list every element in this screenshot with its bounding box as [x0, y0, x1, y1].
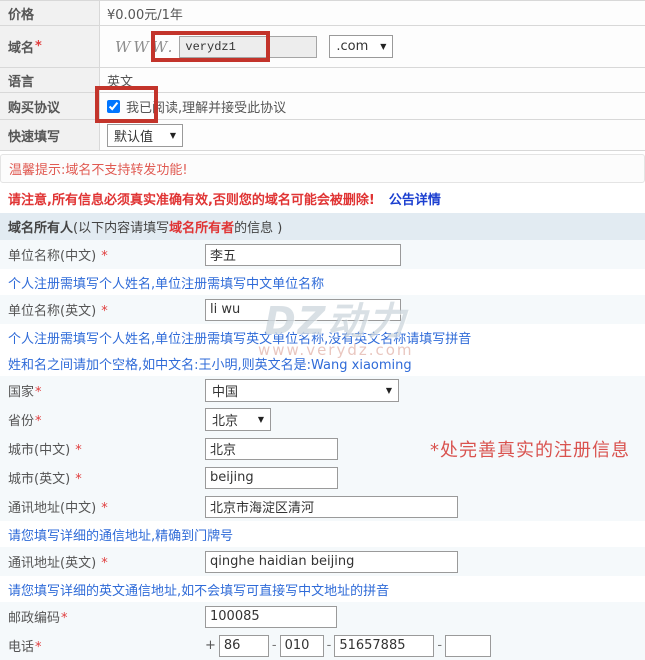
tld-selected-value: .com	[336, 39, 368, 54]
chevron-down-icon: ▼	[386, 386, 392, 395]
phone-number-input[interactable]	[334, 635, 434, 657]
required-asterisk: *	[101, 304, 108, 319]
owner-suffix-text: 的信息 )	[234, 217, 282, 236]
quickfill-label: 快速填写	[0, 120, 100, 150]
phone-plus-sign: +	[205, 638, 216, 653]
chevron-down-icon: ▼	[380, 42, 386, 51]
owner-section-header: 域名所有人 (以下内容请填写 域名所有者 的信息 )	[0, 213, 645, 240]
required-asterisk: *	[75, 443, 82, 458]
org-name-en-label: 单位名称(英文) *	[0, 300, 205, 319]
required-asterisk: *	[101, 249, 108, 264]
chevron-down-icon: ▼	[170, 131, 176, 140]
zipcode-input[interactable]	[205, 606, 337, 628]
phone-dash: -	[437, 638, 442, 653]
required-asterisk: *	[35, 640, 42, 655]
required-asterisk: *	[35, 414, 42, 429]
required-asterisk: *	[101, 556, 108, 571]
province-selected-value: 北京	[212, 410, 238, 429]
domain-name-input[interactable]	[179, 36, 317, 58]
phone-dash: -	[327, 638, 332, 653]
province-row: 省份* 北京 ▼	[0, 405, 645, 434]
country-selected-value: 中国	[212, 381, 238, 400]
language-value: 英文	[100, 68, 645, 92]
address-en-hint: 请您填写详细的英文通信地址,如不会填写可直接写中文地址的拼音	[0, 576, 645, 602]
city-cn-row: 城市(中文) * *处完善真实的注册信息	[0, 434, 645, 463]
owner-highlight-text: 域名所有者	[169, 217, 234, 236]
zipcode-row: 邮政编码*	[0, 602, 645, 631]
agreement-label: 购买协议	[0, 93, 100, 119]
quickfill-select[interactable]: 默认值 ▼	[107, 124, 183, 147]
quickfill-field-area: 默认值 ▼	[100, 120, 645, 150]
owner-title: 域名所有人	[8, 217, 73, 236]
price-label: 价格	[0, 1, 100, 25]
zipcode-label: 邮政编码*	[0, 607, 205, 626]
warning-line: 请注意,所有信息必须真实准确有效,否则您的域名可能会被删除! 公告详情	[0, 183, 645, 213]
phone-label: 电话*	[0, 636, 205, 655]
province-select[interactable]: 北京 ▼	[205, 408, 271, 431]
phone-extension-input[interactable]	[445, 635, 491, 657]
warning-text: 请注意,所有信息必须真实准确有效,否则您的域名可能会被删除!	[8, 189, 375, 208]
address-cn-input[interactable]	[205, 496, 458, 518]
required-asterisk: *	[61, 611, 68, 626]
language-row: 语言 英文	[0, 68, 645, 93]
address-cn-label: 通讯地址(中文) *	[0, 497, 205, 516]
required-asterisk: *	[35, 385, 42, 400]
address-en-row: 通讯地址(英文) *	[0, 547, 645, 576]
domain-field-area: WWW. .com ▼	[100, 26, 645, 67]
name-space-hint: 姓和名之间请加个空格,如中文名:王小明,则英文名是:Wang xiaoming	[0, 350, 645, 376]
org-name-cn-hint: 个人注册需填写个人姓名,单位注册需填写中文单位名称	[0, 269, 645, 295]
org-name-cn-row: 单位名称(中文) *	[0, 240, 645, 269]
tip-notice: 温馨提示:域名不支持转发功能!	[0, 154, 645, 183]
country-select[interactable]: 中国 ▼	[205, 379, 399, 402]
agreement-row: 购买协议 我已阅读,理解并接受此协议	[0, 93, 645, 120]
city-en-label: 城市(英文) *	[0, 468, 205, 487]
city-annotation-note: *处完善真实的注册信息	[430, 436, 630, 462]
org-name-en-input[interactable]	[205, 299, 401, 321]
province-label: 省份*	[0, 410, 205, 429]
tip-notice-text: 温馨提示:域名不支持转发功能!	[9, 159, 188, 178]
address-cn-row: 通讯地址(中文) *	[0, 492, 645, 521]
phone-country-code-input[interactable]	[219, 635, 269, 657]
phone-row: 电话* + - - -	[0, 631, 645, 660]
country-row: 国家* 中国 ▼	[0, 376, 645, 405]
phone-dash: -	[272, 638, 277, 653]
announcement-link[interactable]: 公告详情	[389, 189, 441, 208]
required-asterisk: *	[35, 39, 42, 54]
org-name-cn-input[interactable]	[205, 244, 401, 266]
quickfill-row: 快速填写 默认值 ▼	[0, 120, 645, 151]
city-cn-label: 城市(中文) *	[0, 439, 205, 458]
phone-area-code-input[interactable]	[280, 635, 324, 657]
agreement-text: 我已阅读,理解并接受此协议	[126, 97, 286, 116]
city-cn-input[interactable]	[205, 438, 338, 460]
chevron-down-icon: ▼	[258, 415, 264, 424]
phone-field-area: + - - -	[205, 635, 491, 657]
www-prefix: WWW.	[115, 38, 175, 56]
country-label: 国家*	[0, 381, 205, 400]
address-cn-hint: 请您填写详细的通信地址,精确到门牌号	[0, 521, 645, 547]
top-attribute-table: 价格 ¥0.00元/1年 域名* WWW. .com ▼ 语言 英文 购买协议 …	[0, 0, 645, 151]
city-en-row: 城市(英文) *	[0, 463, 645, 492]
org-name-en-row: 单位名称(英文) *	[0, 295, 645, 324]
city-en-input[interactable]	[205, 467, 338, 489]
address-en-input[interactable]	[205, 551, 458, 573]
required-asterisk: *	[75, 472, 82, 487]
org-name-cn-label: 单位名称(中文) *	[0, 245, 205, 264]
language-label: 语言	[0, 68, 100, 92]
address-en-label: 通讯地址(英文) *	[0, 552, 205, 571]
tld-select[interactable]: .com ▼	[329, 35, 393, 58]
org-name-en-hint: 个人注册需填写个人姓名,单位注册需填写英文单位名称,没有英文名称请填写拼音	[0, 324, 645, 350]
price-value: ¥0.00元/1年	[100, 1, 645, 25]
domain-row: 域名* WWW. .com ▼	[0, 26, 645, 68]
agreement-field-area: 我已阅读,理解并接受此协议	[100, 93, 645, 119]
price-row: 价格 ¥0.00元/1年	[0, 1, 645, 26]
agreement-checkbox[interactable]	[107, 100, 120, 113]
required-asterisk: *	[101, 501, 108, 516]
domain-label: 域名*	[0, 26, 100, 67]
owner-mid-text: (以下内容请填写	[73, 217, 169, 236]
quickfill-selected-value: 默认值	[114, 126, 153, 145]
